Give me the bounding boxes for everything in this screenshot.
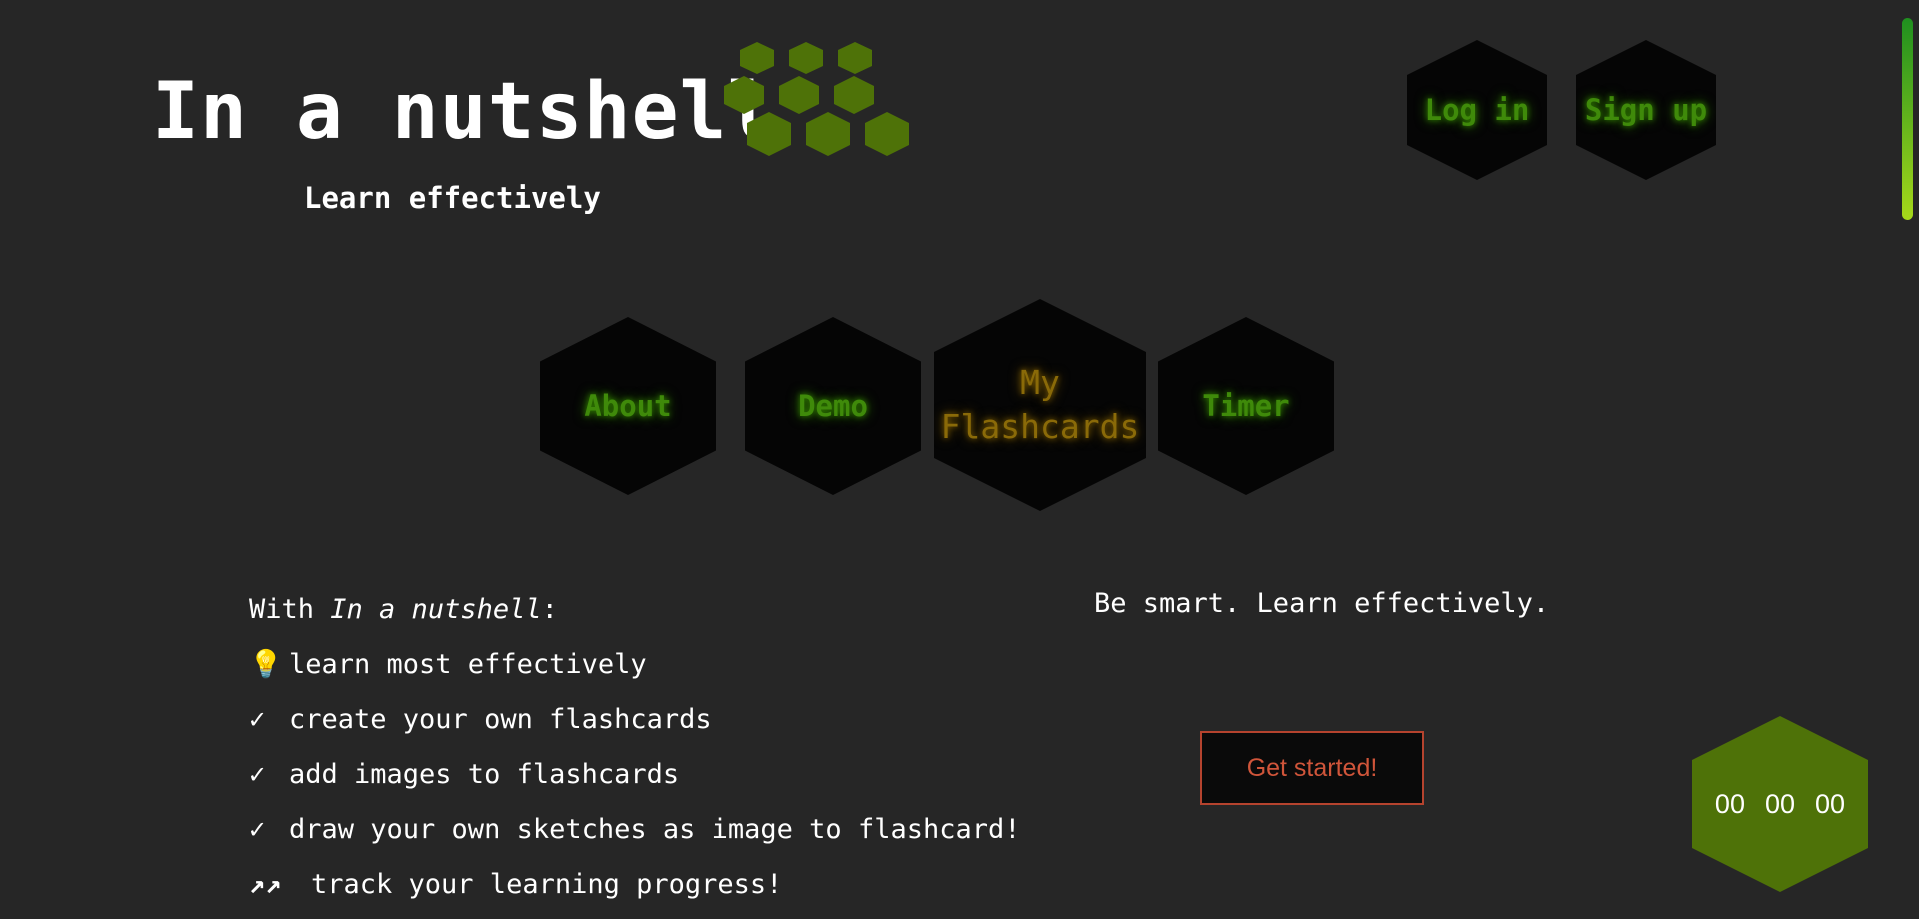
- feature-text: learn most effectively: [289, 649, 647, 680]
- trend-up-icon: ↗↗: [249, 869, 282, 900]
- lightbulb-icon: 💡: [249, 649, 283, 680]
- feature-text: add images to flashcards: [289, 759, 680, 790]
- feature-intro: With In a nutshell:: [249, 582, 1021, 637]
- scrollbar-thumb[interactable]: [1902, 18, 1913, 220]
- feature-text: track your learning progress!: [311, 869, 783, 900]
- honeycomb-icon: [724, 42, 909, 156]
- nav-timer-label: Timer: [1202, 389, 1290, 423]
- nav-demo-label: Demo: [798, 389, 868, 423]
- timer-hours: 00: [1714, 788, 1745, 819]
- nav-demo[interactable]: Demo: [745, 317, 921, 495]
- signup-label: Sign up: [1584, 93, 1708, 127]
- checkmark-icon: ✓: [249, 759, 266, 790]
- feature-text: draw your own sketches as image to flash…: [289, 814, 1021, 845]
- brand-subtitle: Learn effectively: [304, 181, 601, 215]
- feature-intro-prefix: With: [249, 594, 331, 625]
- timer-seconds: 00: [1815, 788, 1846, 819]
- brand-title: In a nutshell: [152, 67, 776, 157]
- feature-text: create your own flashcards: [289, 704, 712, 735]
- feature-item: ✓ create your own flashcards: [249, 692, 1021, 747]
- login-label: Log in: [1424, 93, 1530, 127]
- nav-timer[interactable]: Timer: [1158, 317, 1334, 495]
- login-button[interactable]: Log in: [1407, 40, 1547, 180]
- feature-item: ✓ add images to flashcards: [249, 747, 1021, 802]
- signup-button[interactable]: Sign up: [1576, 40, 1716, 180]
- nav-about-label: About: [584, 389, 672, 423]
- nav-about[interactable]: About: [540, 317, 716, 495]
- nav-my-flashcards[interactable]: My Flashcards: [934, 299, 1146, 511]
- feature-item: ↗↗ track your learning progress!: [249, 857, 1021, 912]
- timer-minutes: 00: [1764, 788, 1796, 819]
- nav-my-flashcards-label: My Flashcards: [940, 363, 1140, 446]
- checkmark-icon: ✓: [249, 814, 266, 845]
- get-started-button[interactable]: Get started!: [1200, 731, 1424, 805]
- timer-widget[interactable]: 00 00 00: [1692, 716, 1868, 892]
- landing-page: In a nutshell Learn effectively Log in S…: [0, 0, 1919, 919]
- feature-item: ✓ draw your own sketches as image to fla…: [249, 802, 1021, 857]
- tagline: Be smart. Learn effectively.: [1094, 588, 1550, 619]
- feature-intro-app-name: In a nutshell: [330, 594, 542, 625]
- feature-item: 💡 learn most effectively: [249, 637, 1021, 692]
- feature-list: With In a nutshell: 💡 learn most effecti…: [249, 582, 1021, 912]
- feature-intro-suffix: :: [541, 594, 558, 625]
- checkmark-icon: ✓: [249, 704, 266, 735]
